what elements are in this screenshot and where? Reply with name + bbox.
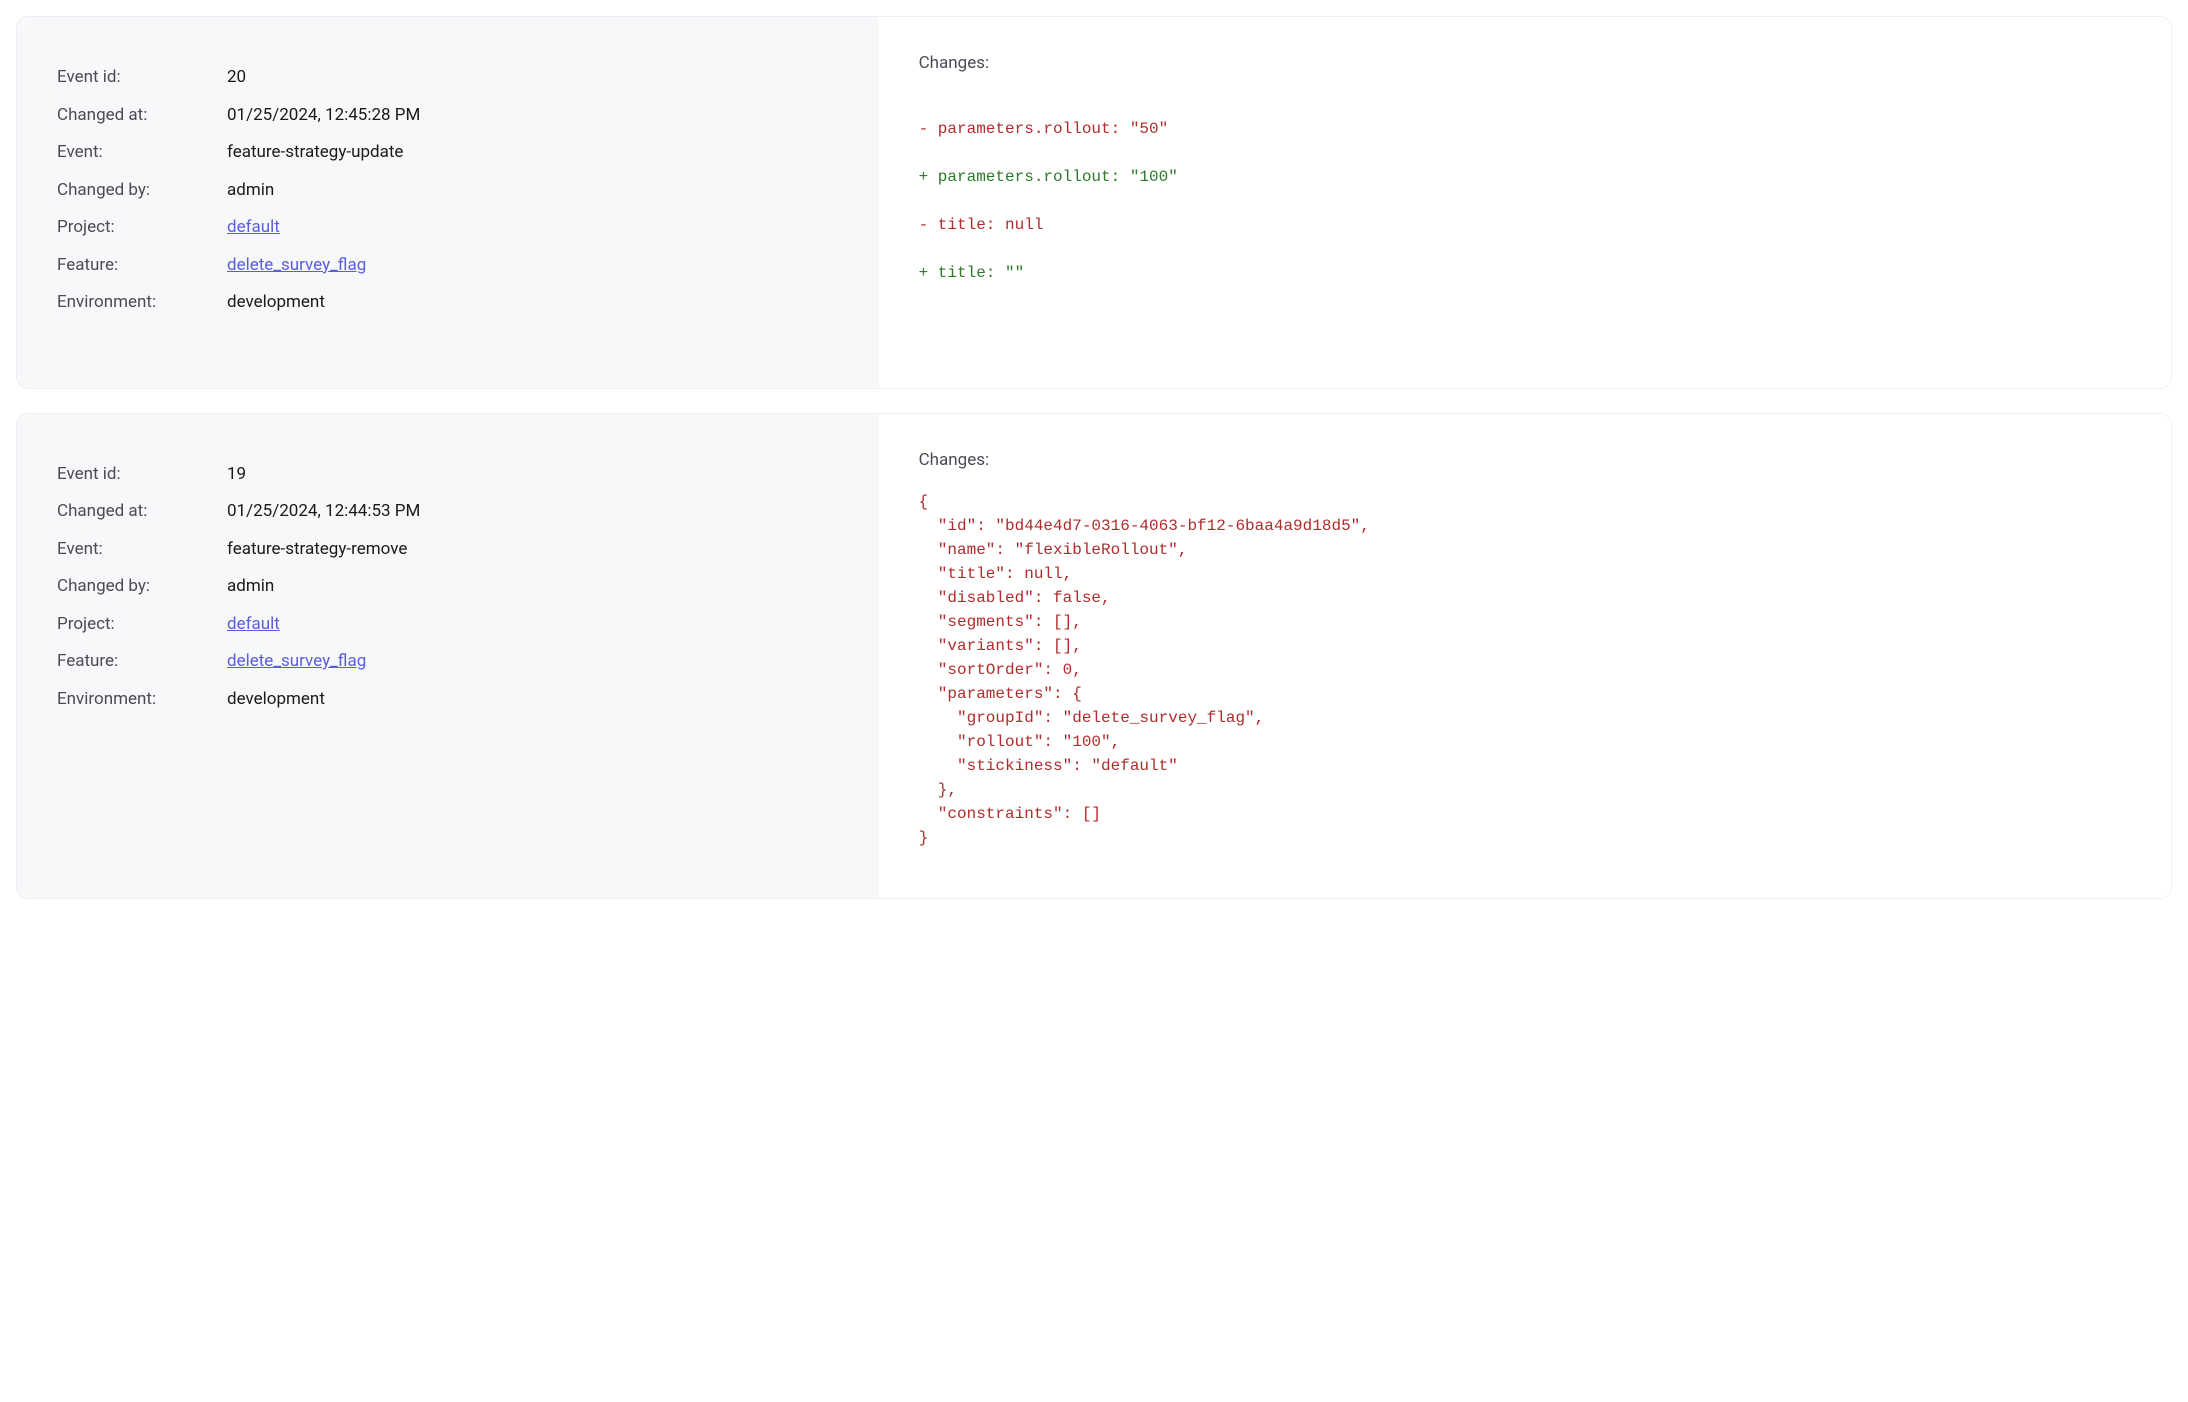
meta-value-changed-by: admin [227,574,274,600]
meta-value-changed-at: 01/25/2024, 12:44:53 PM [227,499,420,525]
meta-label-environment: Environment: [57,290,227,316]
meta-row-event: Event: feature-strategy-remove [57,537,839,563]
meta-row-changed-by: Changed by: admin [57,178,839,204]
diff-line: - parameters.rollout: "50" [919,117,2131,141]
meta-row-environment: Environment: development [57,687,839,713]
diff-json-block: { "id": "bd44e4d7-0316-4063-bf12-6baa4a9… [919,490,2131,850]
meta-label-project: Project: [57,612,227,638]
diff-line: + title: "" [919,261,2131,285]
project-link[interactable]: default [227,612,280,638]
meta-label-event: Event: [57,537,227,563]
project-link[interactable]: default [227,215,280,241]
meta-label-changed-by: Changed by: [57,178,227,204]
diff-block: - parameters.rollout: "50" + parameters.… [919,93,2131,333]
feature-link[interactable]: delete_survey_flag [227,649,366,675]
meta-row-event-id: Event id: 20 [57,65,839,91]
meta-row-changed-at: Changed at: 01/25/2024, 12:44:53 PM [57,499,839,525]
changes-title: Changes: [919,53,2131,73]
meta-row-event-id: Event id: 19 [57,462,839,488]
event-changes-panel: Changes: - parameters.rollout: "50" + pa… [879,17,2171,388]
meta-label-event-id: Event id: [57,462,227,488]
event-card: Event id: 20 Changed at: 01/25/2024, 12:… [16,16,2172,389]
event-card: Event id: 19 Changed at: 01/25/2024, 12:… [16,413,2172,899]
event-changes-panel: Changes: { "id": "bd44e4d7-0316-4063-bf1… [879,414,2171,898]
meta-row-changed-by: Changed by: admin [57,574,839,600]
meta-label-feature: Feature: [57,253,227,279]
meta-value-environment: development [227,687,325,713]
meta-value-event-id: 19 [227,462,246,488]
meta-value-event-id: 20 [227,65,246,91]
meta-row-project: Project: default [57,215,839,241]
meta-label-feature: Feature: [57,649,227,675]
event-meta-panel: Event id: 19 Changed at: 01/25/2024, 12:… [17,414,879,898]
meta-label-project: Project: [57,215,227,241]
meta-label-environment: Environment: [57,687,227,713]
meta-value-changed-at: 01/25/2024, 12:45:28 PM [227,103,420,129]
meta-row-feature: Feature: delete_survey_flag [57,253,839,279]
meta-value-changed-by: admin [227,178,274,204]
event-meta-panel: Event id: 20 Changed at: 01/25/2024, 12:… [17,17,879,388]
meta-label-changed-by: Changed by: [57,574,227,600]
meta-value-environment: development [227,290,325,316]
diff-line: - title: null [919,213,2131,237]
changes-title: Changes: [919,450,2131,470]
meta-label-event: Event: [57,140,227,166]
meta-label-event-id: Event id: [57,65,227,91]
meta-row-feature: Feature: delete_survey_flag [57,649,839,675]
meta-row-environment: Environment: development [57,290,839,316]
meta-row-event: Event: feature-strategy-update [57,140,839,166]
meta-value-event: feature-strategy-remove [227,537,407,563]
meta-label-changed-at: Changed at: [57,103,227,129]
diff-line: + parameters.rollout: "100" [919,165,2131,189]
meta-row-changed-at: Changed at: 01/25/2024, 12:45:28 PM [57,103,839,129]
feature-link[interactable]: delete_survey_flag [227,253,366,279]
meta-row-project: Project: default [57,612,839,638]
meta-label-changed-at: Changed at: [57,499,227,525]
meta-value-event: feature-strategy-update [227,140,403,166]
